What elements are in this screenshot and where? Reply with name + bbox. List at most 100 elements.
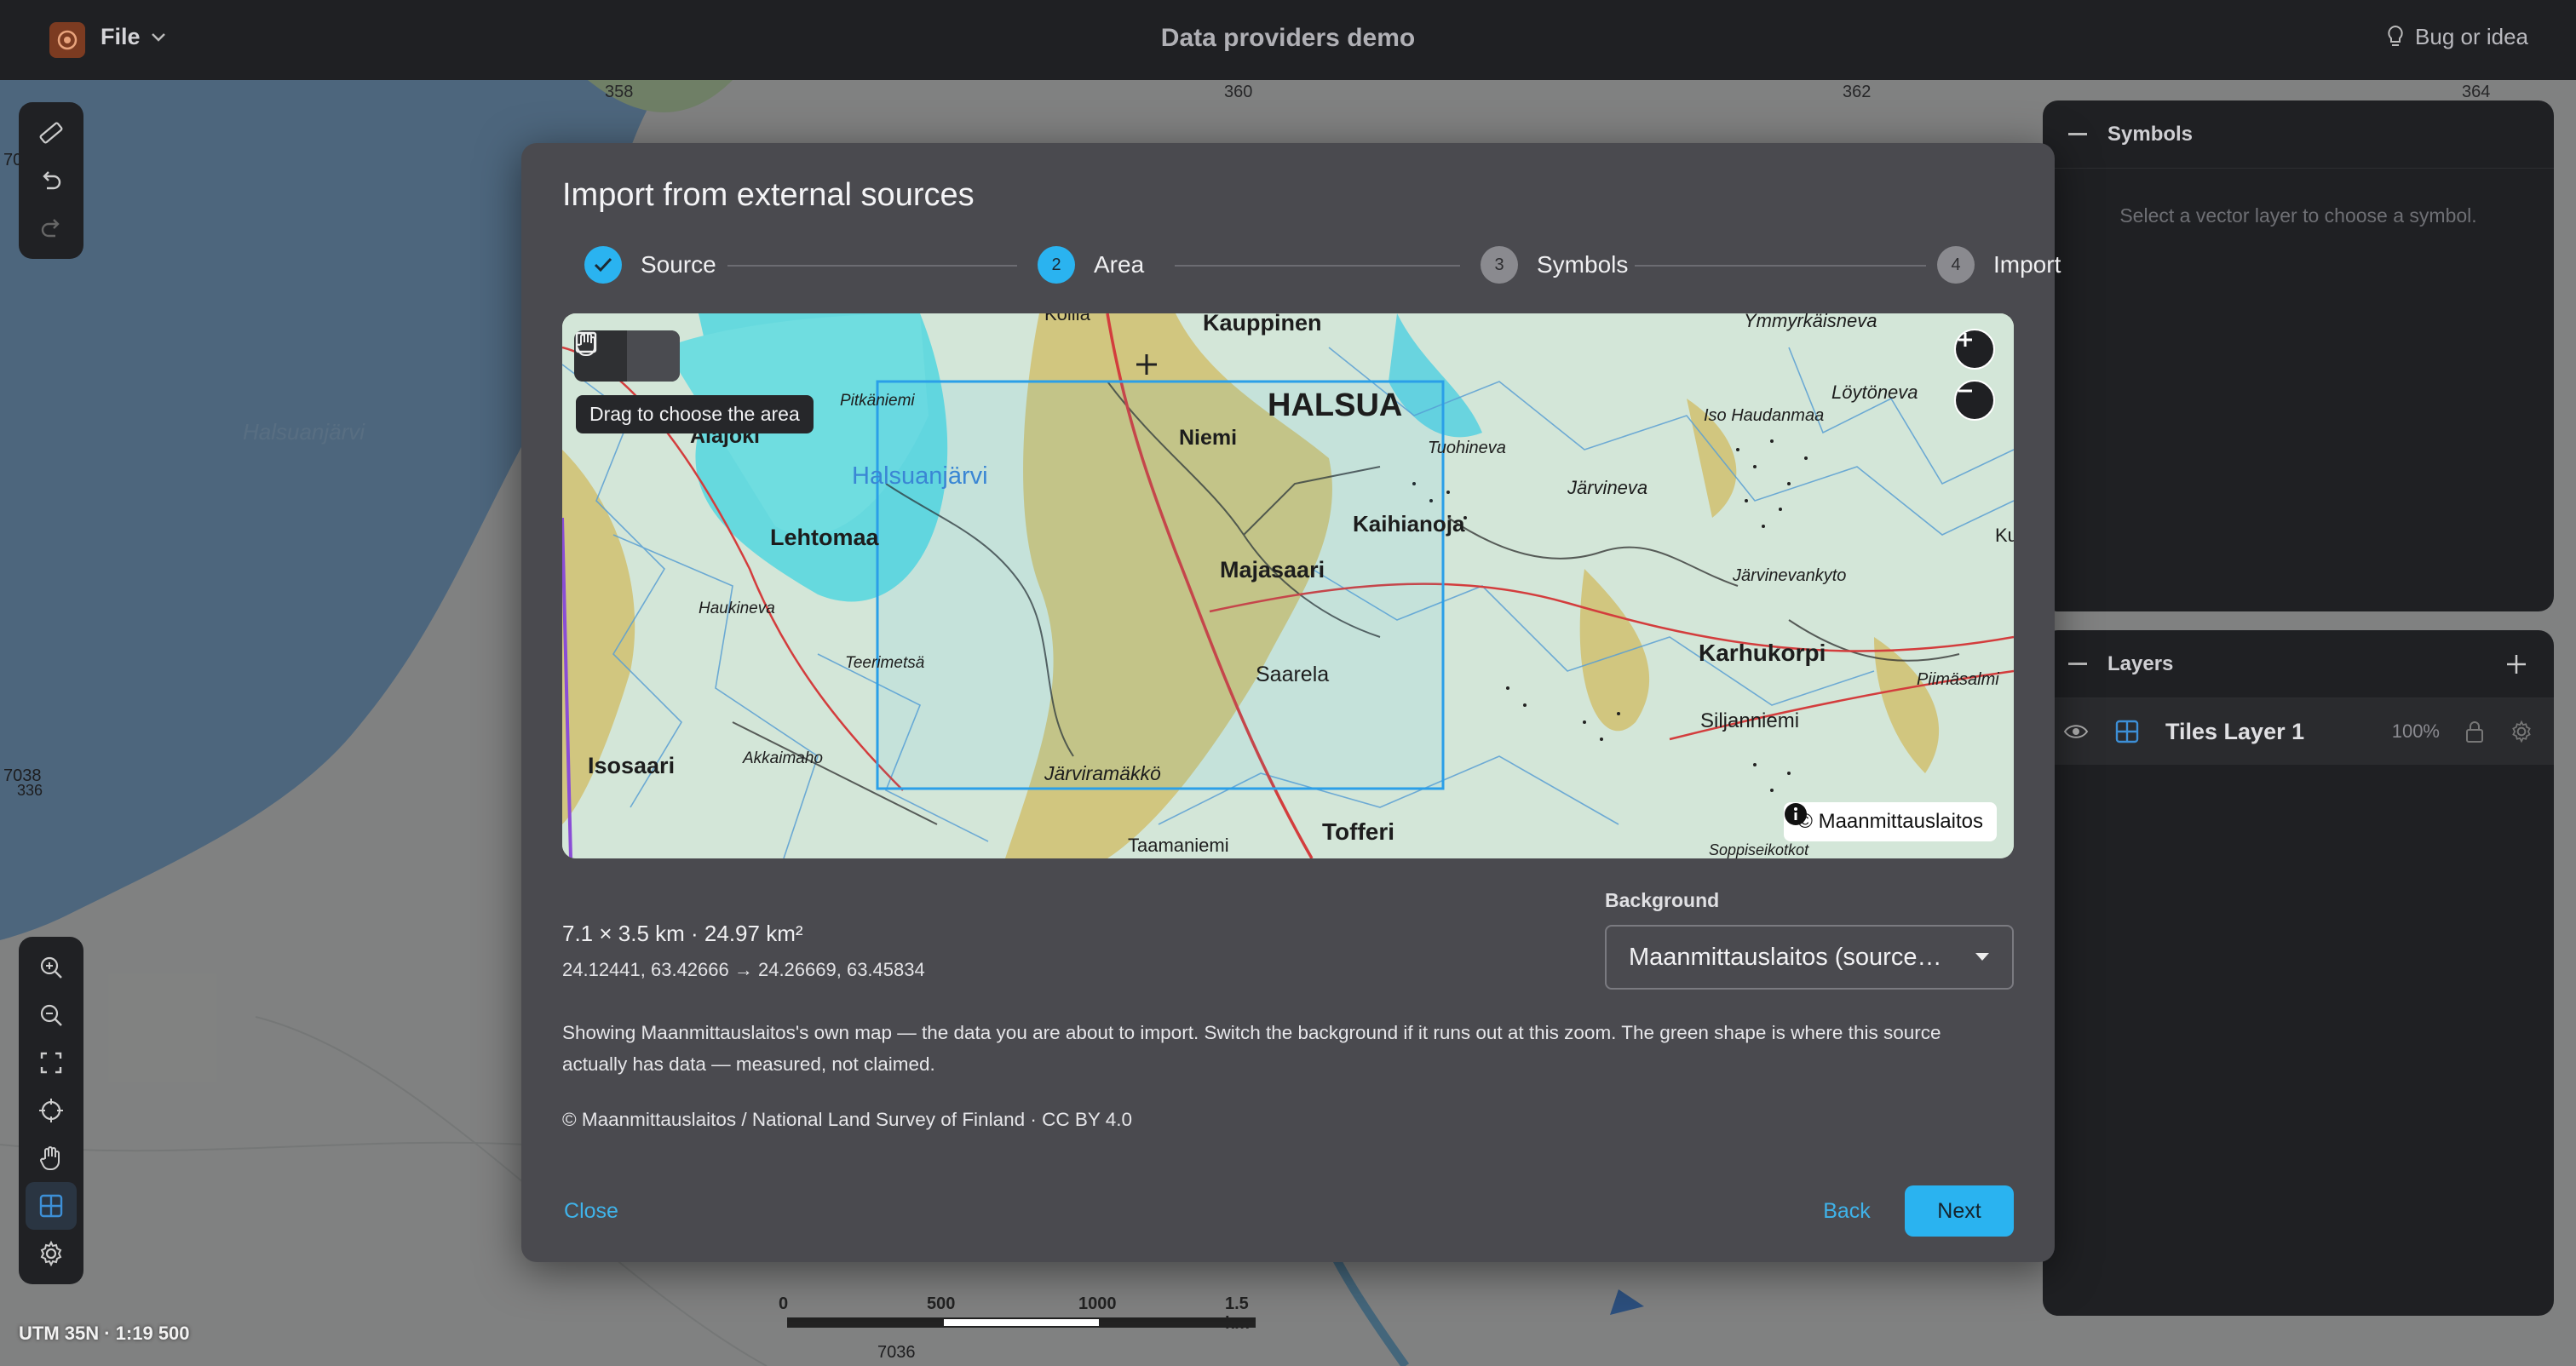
scale-tick-1000: 1000 xyxy=(1078,1294,1117,1313)
redo-icon xyxy=(41,219,60,238)
undo-button[interactable] xyxy=(26,157,77,204)
projection-status: UTM 35N · 1:19 500 xyxy=(19,1323,190,1344)
place-jarviramakko: Järviramäkkö xyxy=(1044,762,1161,784)
layer-opacity: 100% xyxy=(2391,720,2440,742)
collapse-symbols-button[interactable] xyxy=(2068,133,2087,135)
scale-tick-500: 500 xyxy=(927,1294,956,1313)
place-ku: Ku xyxy=(1995,525,2014,546)
place-halsuanjarvi: Halsuanjärvi xyxy=(852,462,988,490)
drag-tooltip: Drag to choose the area xyxy=(576,395,814,433)
step-symbols-label: Symbols xyxy=(1537,251,1629,278)
place-haukineva: Haukineva xyxy=(699,600,775,617)
bug-or-idea-link[interactable]: Bug or idea xyxy=(2386,24,2528,50)
measure-button[interactable] xyxy=(26,109,77,157)
map-attribution: © Maanmittauslaitos xyxy=(1784,802,1997,841)
background-select[interactable]: Maanmittauslaitos (source… xyxy=(1605,925,2014,990)
fit-extent-button[interactable] xyxy=(26,1039,77,1087)
zoom-in-icon xyxy=(40,956,62,979)
ruler-icon xyxy=(39,122,63,144)
background-select-value: Maanmittauslaitos (source… xyxy=(1629,943,1942,971)
navigation-toolbar xyxy=(19,937,83,1284)
layers-grid-button[interactable] xyxy=(26,1182,77,1230)
grid-label-360: 360 xyxy=(1224,83,1252,101)
place-saarela: Saarela xyxy=(1256,663,1329,686)
background-label: Background xyxy=(1605,889,1720,911)
import-dialog: Import from external sources Source 2 Ar… xyxy=(521,143,2061,1262)
data-credit: © Maanmittauslaitos / National Land Surv… xyxy=(562,1109,1132,1130)
app-logo-icon[interactable] xyxy=(49,22,85,58)
gear-icon xyxy=(40,1240,62,1267)
symbols-panel-title: Symbols xyxy=(2107,122,2194,146)
locate-button[interactable] xyxy=(26,1087,77,1134)
crosshair-icon xyxy=(39,1099,63,1122)
step-source-label: Source xyxy=(641,251,716,278)
place-piimasalmi: Piimäsalmi xyxy=(1917,670,1999,689)
zoom-in-button[interactable] xyxy=(26,944,77,991)
dialog-title: Import from external sources xyxy=(562,177,975,213)
scale-tick-0: 0 xyxy=(779,1294,789,1313)
edit-toolbar xyxy=(19,102,83,259)
lightbulb-icon xyxy=(2388,25,2403,46)
back-button[interactable]: Back xyxy=(1803,1185,1891,1237)
step-area-label: Area xyxy=(1094,251,1145,278)
area-preview-map[interactable]: Kauppinen Ymmyrkäisneva HALSUA Löytöneva… xyxy=(562,313,2014,858)
info-icon[interactable] xyxy=(1784,802,1808,826)
eye-icon[interactable] xyxy=(2063,722,2089,741)
place-pitkaniemi: Pitkäniemi xyxy=(840,392,915,410)
minus-icon xyxy=(1958,389,1972,393)
next-button[interactable]: Next xyxy=(1905,1185,2014,1237)
settings-button[interactable] xyxy=(26,1230,77,1277)
place-niemi: Niemi xyxy=(1179,426,1237,450)
grid-icon xyxy=(39,1194,63,1218)
file-menu-label: File xyxy=(101,24,141,49)
grid-label-364: 364 xyxy=(2462,83,2490,101)
hand-icon xyxy=(40,1146,60,1171)
place-tofferi: Tofferi xyxy=(1322,818,1394,845)
attribution-text: © Maanmittauslaitos xyxy=(1797,810,1983,833)
place-soppiseikotkot: Soppiseikotkot xyxy=(1709,841,1809,858)
dialog-description: Showing Maanmittauslaitos's own map — th… xyxy=(562,1022,1941,1075)
step-source[interactable]: Source xyxy=(584,246,716,284)
close-button[interactable]: Close xyxy=(538,1185,644,1237)
step-symbols[interactable]: 3 Symbols xyxy=(1481,246,1628,284)
zoom-out-button[interactable] xyxy=(26,991,77,1039)
collapse-layers-button[interactable] xyxy=(2068,663,2087,665)
step-import-number: 4 xyxy=(1937,246,1975,284)
step-connector xyxy=(727,265,1017,267)
grid-label-7036: 7036 xyxy=(877,1343,916,1362)
redo-button[interactable] xyxy=(26,204,77,252)
scale-tick-1-5km: 1.5 km xyxy=(1225,1294,1250,1333)
step-import[interactable]: 4 Import xyxy=(1937,246,2061,284)
layer-row[interactable]: Tiles Layer 1 100% xyxy=(2043,698,2554,765)
chevron-down-icon xyxy=(151,32,165,42)
pan-tool[interactable] xyxy=(576,330,680,382)
place-karhukorpi: Karhukorpi xyxy=(1699,640,1826,666)
preview-zoom-in-button[interactable] xyxy=(1954,329,1995,370)
step-area-number: 2 xyxy=(1038,246,1075,284)
layer-settings-icon[interactable] xyxy=(2510,720,2533,743)
place-teerimetsa: Teerimetsä xyxy=(845,654,924,672)
step-symbols-number: 3 xyxy=(1481,246,1518,284)
preview-zoom-out-button[interactable] xyxy=(1954,380,1995,421)
area-coordinates: 24.12441, 63.42666 → 24.26669, 63.45834 xyxy=(562,959,925,980)
lock-icon[interactable] xyxy=(2465,720,2484,743)
place-kauppinen: Kauppinen xyxy=(1203,313,1322,336)
step-area[interactable]: 2 Area xyxy=(1038,246,1144,284)
layers-panel: Layers Tiles Layer 1 100% xyxy=(2043,630,2554,1316)
layers-panel-title: Layers xyxy=(2107,651,2174,675)
add-layer-icon[interactable] xyxy=(2504,652,2528,676)
fullscreen-icon xyxy=(40,1052,62,1074)
place-akkaimaho: Akkaimaho xyxy=(742,749,823,767)
step-connector xyxy=(1635,265,1926,267)
selection-rectangle xyxy=(876,380,1445,790)
tiles-layer-icon xyxy=(2115,720,2139,743)
zoom-out-icon xyxy=(40,1004,62,1026)
pan-button[interactable] xyxy=(26,1134,77,1182)
grid-label-362: 362 xyxy=(1843,83,1871,101)
symbols-placeholder: Select a vector layer to choose a symbol… xyxy=(2119,204,2477,227)
wizard-stepper: Source 2 Area 3 Symbols 4 Import xyxy=(574,246,2061,285)
file-menu[interactable]: File xyxy=(101,24,166,50)
step-connector xyxy=(1175,265,1460,267)
place-jarvinevankyto: Järvinevankyto xyxy=(1732,566,1846,585)
plus-icon xyxy=(1958,333,1972,347)
